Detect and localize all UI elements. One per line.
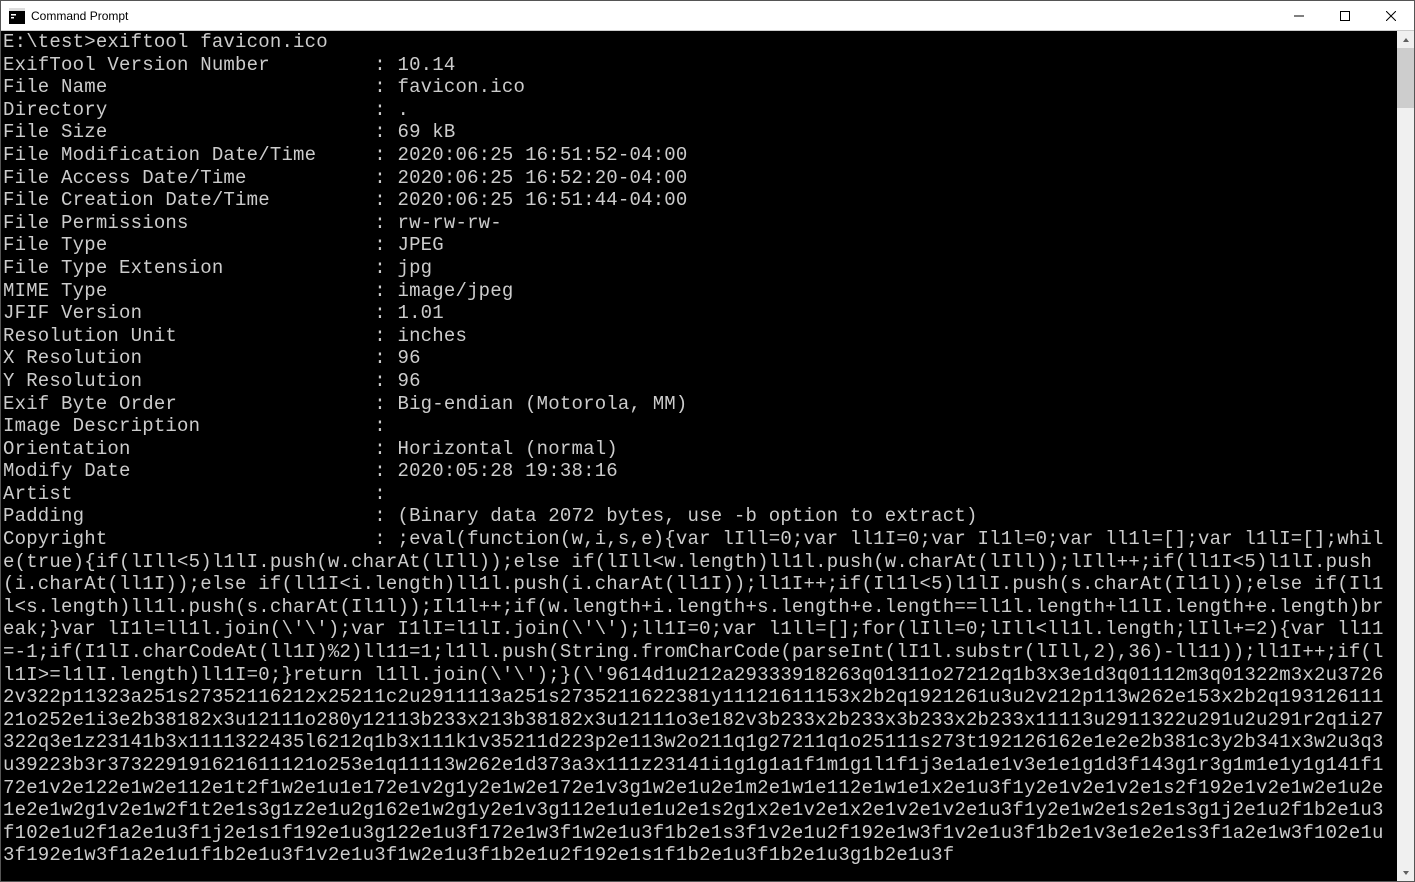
metadata-line: File Access Date/Time : 2020:06:25 16:52…	[3, 167, 1395, 190]
metadata-line: MIME Type : image/jpeg	[3, 280, 1395, 303]
vertical-scrollbar[interactable]	[1397, 31, 1414, 881]
copyright-line: Copyright : ;eval(function(w,i,s,e){var …	[3, 528, 1395, 867]
metadata-line: Orientation : Horizontal (normal)	[3, 438, 1395, 461]
scroll-down-button[interactable]	[1397, 864, 1414, 881]
metadata-line: Image Description :	[3, 415, 1395, 438]
scroll-up-button[interactable]	[1397, 31, 1414, 48]
metadata-line: X Resolution : 96	[3, 347, 1395, 370]
client-area: E:\test>exiftool favicon.icoExifTool Ver…	[1, 31, 1414, 881]
metadata-line: File Name : favicon.ico	[3, 76, 1395, 99]
metadata-line: Y Resolution : 96	[3, 370, 1395, 393]
titlebar[interactable]: Command Prompt	[1, 1, 1414, 31]
metadata-line: Resolution Unit : inches	[3, 325, 1395, 348]
metadata-line: ExifTool Version Number : 10.14	[3, 54, 1395, 77]
metadata-line: File Type Extension : jpg	[3, 257, 1395, 280]
metadata-line: Directory : .	[3, 99, 1395, 122]
minimize-button[interactable]	[1276, 1, 1322, 30]
metadata-line: File Creation Date/Time : 2020:06:25 16:…	[3, 189, 1395, 212]
window-controls	[1276, 1, 1414, 30]
terminal-output[interactable]: E:\test>exiftool favicon.icoExifTool Ver…	[1, 31, 1397, 881]
window-title: Command Prompt	[31, 9, 1276, 23]
metadata-line: File Modification Date/Time : 2020:06:25…	[3, 144, 1395, 167]
cmd-icon	[9, 8, 25, 24]
metadata-line: File Type : JPEG	[3, 234, 1395, 257]
maximize-button[interactable]	[1322, 1, 1368, 30]
command-prompt-window: Command Prompt E:\test>exiftool favicon.…	[0, 0, 1415, 882]
metadata-line: Modify Date : 2020:05:28 19:38:16	[3, 460, 1395, 483]
metadata-line: File Size : 69 kB	[3, 121, 1395, 144]
metadata-line: Padding : (Binary data 2072 bytes, use -…	[3, 505, 1395, 528]
metadata-line: JFIF Version : 1.01	[3, 302, 1395, 325]
close-button[interactable]	[1368, 1, 1414, 30]
scroll-thumb[interactable]	[1397, 48, 1414, 108]
metadata-line: File Permissions : rw-rw-rw-	[3, 212, 1395, 235]
prompt-line: E:\test>exiftool favicon.ico	[3, 31, 1395, 54]
metadata-line: Exif Byte Order : Big-endian (Motorola, …	[3, 393, 1395, 416]
scroll-track[interactable]	[1397, 48, 1414, 864]
metadata-line: Artist :	[3, 483, 1395, 506]
